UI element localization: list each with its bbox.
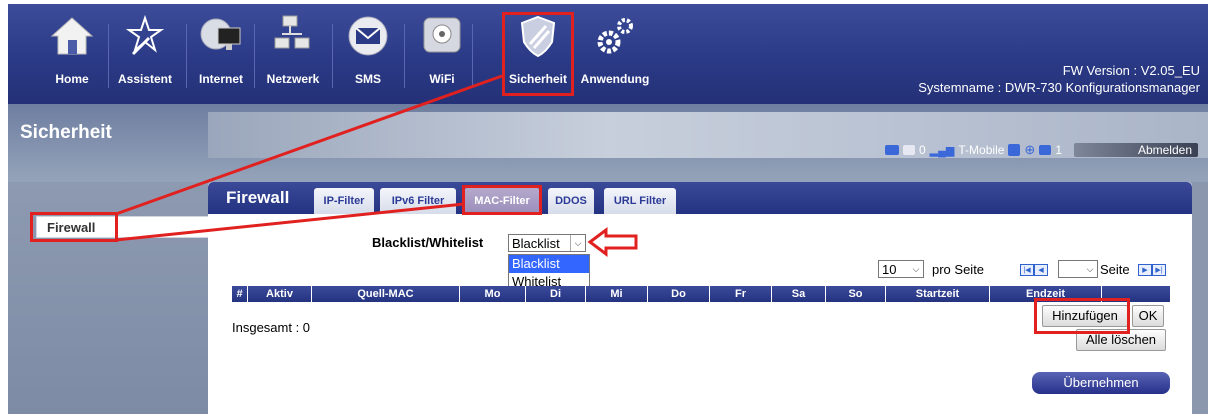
router-admin-window: Home Assistent Internet Netzwerk SMS WiF… bbox=[8, 4, 1208, 414]
annotation-lines bbox=[115, 74, 638, 257]
annotation-line bbox=[115, 74, 503, 216]
arrow-left-icon bbox=[587, 227, 638, 257]
annotation-line bbox=[115, 202, 465, 242]
